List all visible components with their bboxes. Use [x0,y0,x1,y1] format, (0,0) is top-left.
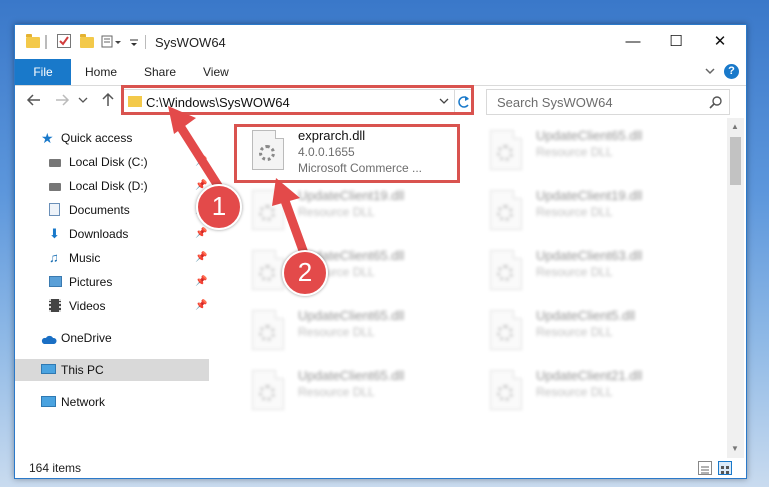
step-badge-1: 1 [196,184,242,230]
annotation-arrows [168,106,310,261]
step-badge-2: 2 [282,250,328,296]
